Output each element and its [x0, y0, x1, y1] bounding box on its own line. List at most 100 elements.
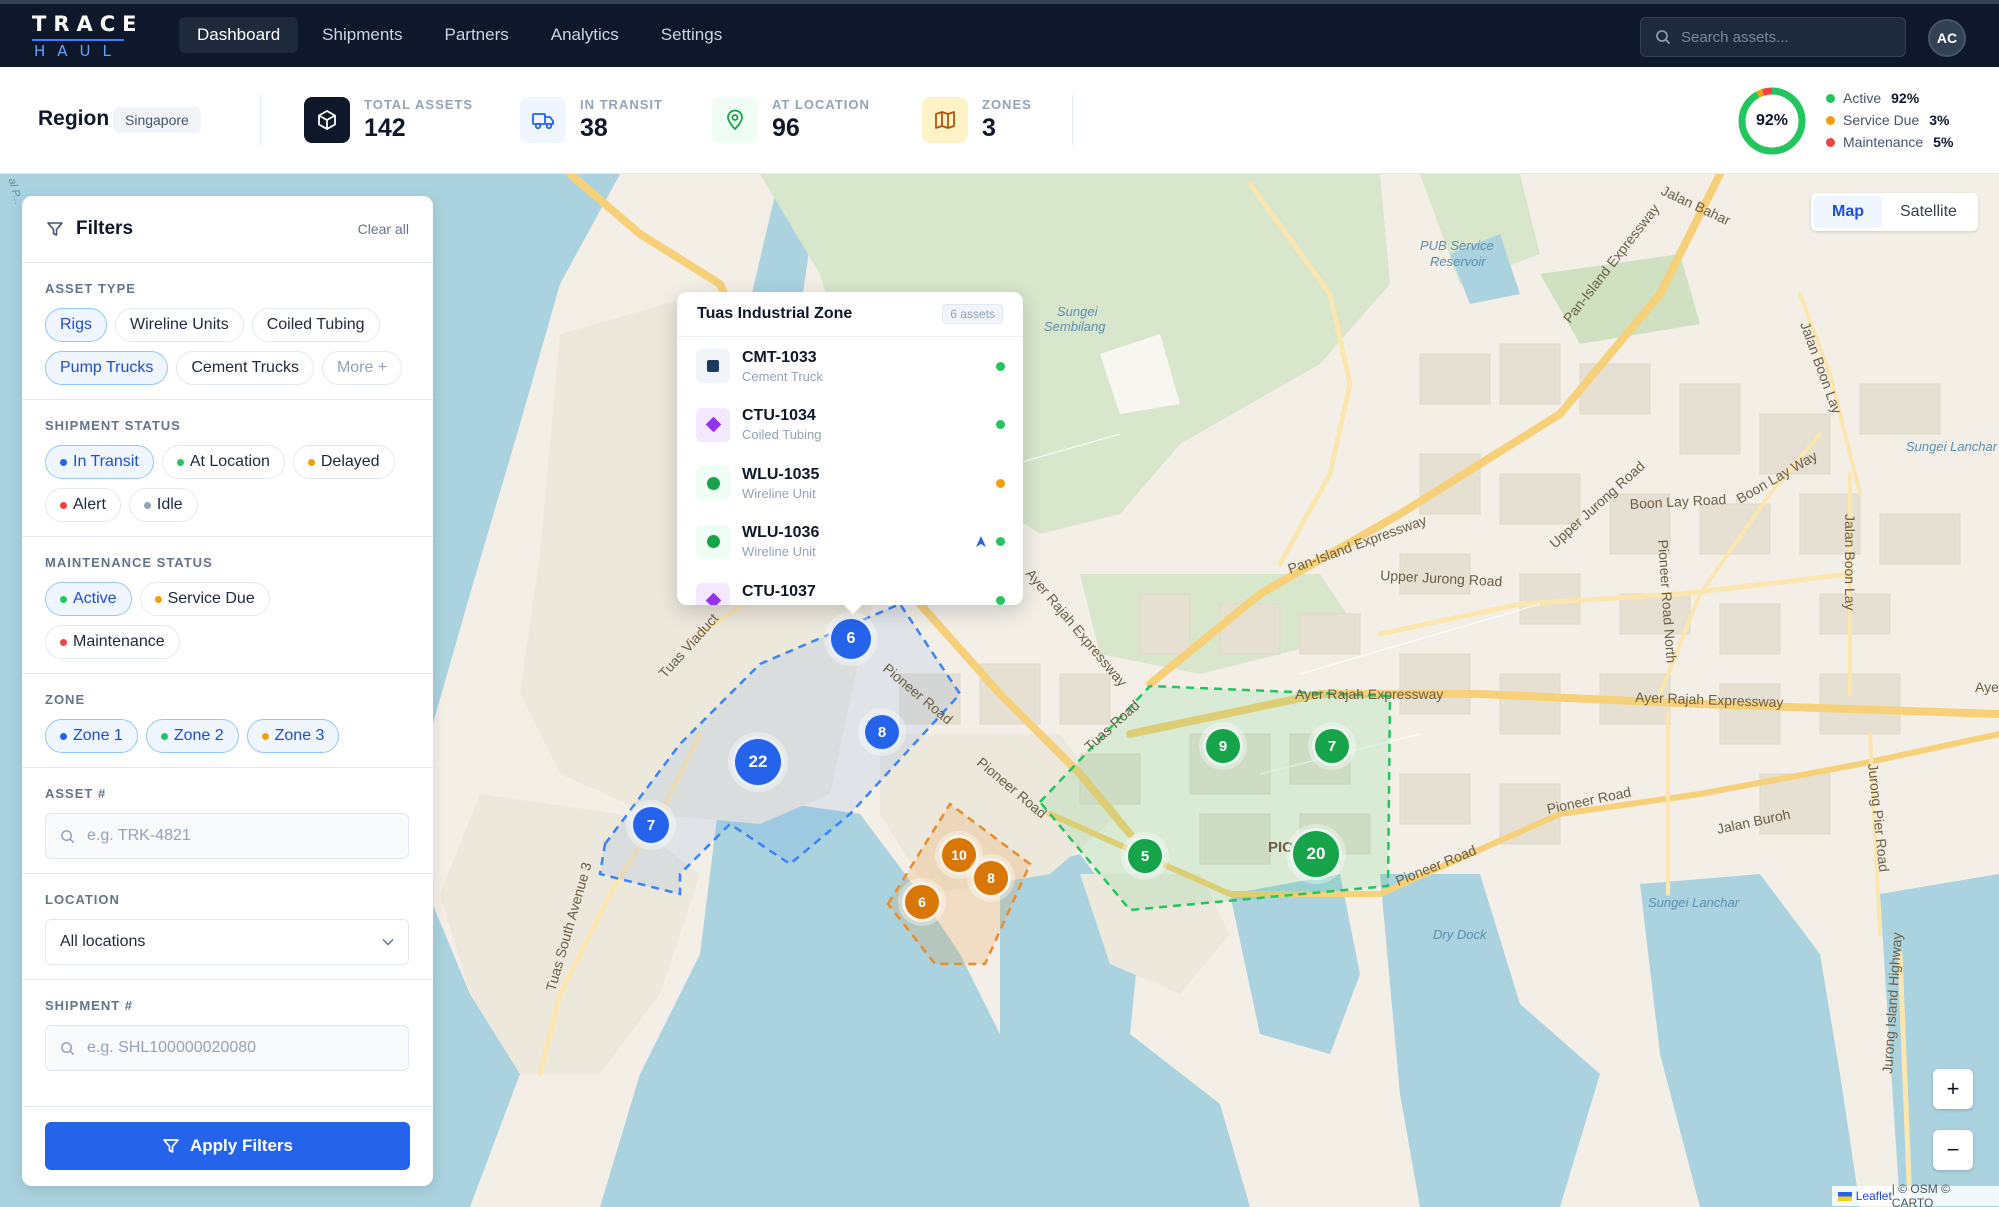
map-pin-icon [712, 97, 758, 143]
status-dot [60, 595, 67, 603]
chip-rigs[interactable]: Rigs [45, 308, 108, 342]
asset-search[interactable] [1640, 17, 1906, 57]
apply-filters-label: Apply Filters [190, 1136, 293, 1155]
map-cluster[interactable]: 7 [630, 804, 672, 846]
brand-logo[interactable]: TRACE HAUL [32, 10, 137, 60]
map-cluster[interactable]: 6 [902, 882, 942, 922]
divider [22, 1106, 433, 1107]
chip-delayed[interactable]: Delayed [292, 445, 395, 479]
shipment-status-section: SHIPMENT STATUS In Transit At Location D… [22, 400, 433, 537]
map-cluster[interactable]: 9 [1203, 726, 1243, 766]
brand-name-line2: HAUL [34, 42, 123, 60]
chip-active[interactable]: Active [45, 582, 132, 616]
status-dot [1826, 137, 1835, 147]
legend-active: Active 92% [1826, 87, 1953, 109]
shipment-status-chips: In Transit At Location Delayed Alert Idl… [45, 445, 409, 522]
section-title: SHIPMENT STATUS [45, 418, 181, 433]
chip-cement-trucks[interactable]: Cement Trucks [176, 351, 314, 385]
asset-type: Coiled Tubing [742, 603, 822, 605]
clear-all-button[interactable]: Clear all [358, 221, 409, 237]
chip-wireline-units[interactable]: Wireline Units [115, 308, 244, 342]
status-dot [1826, 115, 1835, 125]
status-dot [996, 420, 1005, 430]
shipment-number-input[interactable] [87, 1039, 387, 1057]
nav-partners[interactable]: Partners [427, 17, 527, 53]
chip-zone-3[interactable]: Zone 3 [246, 719, 340, 753]
leaflet-link[interactable]: Leaflet [1856, 1189, 1892, 1203]
stat-at-location: AT LOCATION 96 [712, 97, 870, 143]
health-percent: 92% [1755, 112, 1789, 129]
search-icon [61, 829, 75, 843]
zone-section: ZONE Zone 1 Zone 2 Zone 3 [22, 674, 433, 768]
chip-label: Zone 2 [173, 727, 224, 744]
chip-maintenance[interactable]: Maintenance [45, 625, 180, 659]
zoom-in-button[interactable]: + [1933, 1069, 1973, 1109]
section-title: ASSET # [45, 786, 107, 801]
asset-list-item[interactable]: WLU-1036 Wireline Unit [677, 513, 1023, 572]
stat-total-assets: TOTAL ASSETS 142 [304, 97, 473, 143]
chip-label: Active [73, 590, 117, 607]
stat-label: AT LOCATION [772, 97, 870, 112]
nav-settings[interactable]: Settings [643, 17, 740, 53]
chip-alert[interactable]: Alert [45, 488, 121, 522]
filter-icon [47, 222, 63, 236]
region-chip[interactable]: Singapore [113, 107, 201, 133]
asset-type: Wireline Unit [742, 485, 816, 501]
nav-shipments[interactable]: Shipments [304, 17, 420, 53]
map-cluster[interactable]: 8 [862, 712, 902, 752]
asset-number-input[interactable] [87, 827, 387, 845]
section-title: ZONE [45, 692, 86, 707]
chip-coiled-tubing[interactable]: Coiled Tubing [251, 308, 380, 342]
map-cluster[interactable]: 7 [1312, 726, 1352, 766]
chip-at-location[interactable]: At Location [161, 445, 285, 479]
search-icon [61, 1041, 75, 1055]
status-dot [176, 458, 184, 466]
asset-list-item[interactable]: CMT-1033 Cement Truck [677, 337, 1023, 396]
stat-in-transit: IN TRANSIT 38 [520, 97, 663, 143]
navigation-arrow-icon [976, 536, 986, 548]
asset-list-item[interactable]: WLU-1035 Wireline Unit [677, 454, 1023, 513]
chip-label: Zone 1 [73, 727, 123, 744]
asset-list-item[interactable]: CTU-1034 Coiled Tubing [677, 396, 1023, 455]
map-view-button[interactable]: Map [1814, 196, 1882, 228]
zone-chips: Zone 1 Zone 2 Zone 3 [45, 719, 409, 753]
chip-in-transit[interactable]: In Transit [45, 445, 154, 479]
chip-idle[interactable]: Idle [128, 488, 198, 522]
chip-service-due[interactable]: Service Due [139, 582, 270, 616]
chip-label: At Location [189, 453, 270, 470]
filters-panel: Filters Clear all ASSET TYPE Rigs Wireli… [22, 196, 433, 1186]
map-cluster[interactable]: 22 [732, 736, 784, 788]
popup-header: Tuas Industrial Zone 6 assets [677, 292, 1023, 337]
zoom-out-button[interactable]: − [1933, 1130, 1973, 1170]
legend-maintenance: Maintenance 5% [1826, 131, 1953, 153]
map-cluster[interactable]: 6 [828, 616, 874, 662]
map-cluster[interactable]: 20 [1290, 828, 1342, 880]
asset-type: Wireline Unit [742, 544, 816, 560]
satellite-view-button[interactable]: Satellite [1882, 196, 1975, 228]
chip-zone-2[interactable]: Zone 2 [145, 719, 239, 753]
stat-value: 142 [364, 114, 406, 142]
user-avatar[interactable]: AC [1928, 19, 1966, 57]
nav-analytics[interactable]: Analytics [533, 17, 637, 53]
chip-pump-trucks[interactable]: Pump Trucks [45, 351, 169, 385]
section-title: SHIPMENT # [45, 998, 134, 1013]
apply-filters-button[interactable]: Apply Filters [45, 1122, 410, 1170]
main-nav: Dashboard Shipments Partners Analytics S… [179, 17, 740, 53]
chip-zone-1[interactable]: Zone 1 [45, 719, 138, 753]
location-select[interactable]: All locations [45, 919, 409, 965]
nav-dashboard[interactable]: Dashboard [179, 17, 299, 53]
circle-icon [696, 524, 730, 559]
attribution-text: | © OSM © CARTO [1891, 1182, 1950, 1207]
divider [1072, 95, 1073, 145]
stat-label: TOTAL ASSETS [364, 97, 474, 112]
chip-more[interactable]: More + [321, 351, 403, 385]
shipment-number-field[interactable] [45, 1025, 409, 1071]
map-label: Aye [1975, 679, 1999, 695]
map-cluster[interactable]: 8 [971, 858, 1011, 898]
map-label: Sungei Lanchar [1906, 439, 1998, 454]
search-input[interactable] [1681, 28, 1891, 46]
status-dot [1826, 93, 1835, 103]
asset-list-item[interactable]: CTU-1037 Coiled Tubing [677, 571, 1023, 605]
map-cluster[interactable]: 5 [1125, 836, 1165, 876]
asset-number-field[interactable] [45, 813, 409, 859]
